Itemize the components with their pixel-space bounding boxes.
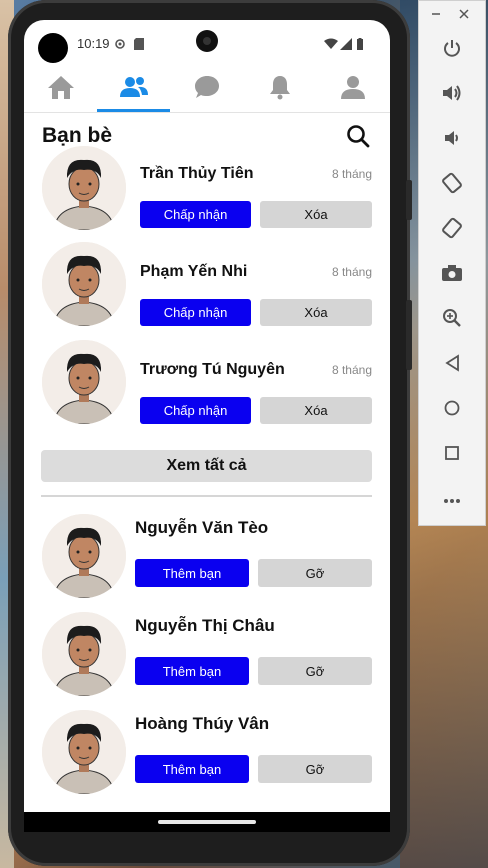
overview-icon bbox=[444, 445, 460, 466]
add-friend-button[interactable]: Thêm bạn bbox=[135, 657, 249, 685]
volume-up-button[interactable] bbox=[435, 78, 469, 112]
panel-titlebar bbox=[419, 1, 487, 31]
request-name: Trương Tú Nguyên bbox=[140, 361, 285, 378]
phone-side-button bbox=[406, 180, 412, 220]
status-time: 10:19 bbox=[77, 36, 110, 51]
friend-suggestion-item: Nguyễn Thị Châu Thêm bạn Gỡ bbox=[24, 612, 390, 702]
remove-button[interactable]: Gỡ bbox=[258, 657, 372, 685]
request-time: 8 tháng bbox=[331, 167, 372, 181]
rotate-left-icon bbox=[441, 172, 463, 199]
tab-messages[interactable] bbox=[170, 66, 243, 112]
delete-button[interactable]: Xóa bbox=[260, 397, 372, 424]
accept-button[interactable]: Chấp nhận bbox=[140, 201, 251, 228]
friend-suggestion-item: Nguyễn Văn Tèo Thêm bạn Gỡ bbox=[24, 514, 390, 604]
rotate-right-icon bbox=[441, 217, 463, 244]
home-indicator[interactable] bbox=[158, 820, 256, 824]
friend-suggestion-item: Hoàng Thúy Vân Thêm bạn Gỡ bbox=[24, 710, 390, 800]
home-button[interactable] bbox=[435, 393, 469, 427]
settings-status-icon bbox=[114, 38, 126, 53]
zoom-icon bbox=[442, 308, 462, 333]
avatar bbox=[42, 340, 126, 424]
power-icon bbox=[442, 38, 462, 63]
close-icon[interactable] bbox=[459, 7, 469, 22]
more-button[interactable] bbox=[435, 483, 469, 517]
request-name: Trần Thủy Tiên bbox=[140, 165, 254, 182]
front-camera bbox=[196, 30, 218, 52]
tab-home[interactable] bbox=[24, 66, 97, 112]
volume-up-icon bbox=[441, 83, 463, 108]
avatar bbox=[42, 242, 126, 326]
delete-button[interactable]: Xóa bbox=[260, 201, 372, 228]
phone-side-button bbox=[406, 300, 412, 370]
top-navigation bbox=[24, 66, 390, 113]
status-bar: 10:19 bbox=[24, 20, 390, 66]
power-button[interactable] bbox=[435, 33, 469, 67]
rotate-right-button[interactable] bbox=[435, 213, 469, 247]
avatar bbox=[42, 146, 126, 230]
request-time: 8 tháng bbox=[331, 363, 372, 377]
request-time: 8 tháng bbox=[331, 265, 372, 279]
request-name: Phạm Yến Nhi bbox=[140, 263, 248, 280]
rotate-left-button[interactable] bbox=[435, 168, 469, 202]
sd-card-icon bbox=[134, 38, 144, 53]
more-icon bbox=[443, 491, 461, 509]
system-navigation-bar bbox=[24, 812, 390, 832]
avatar bbox=[42, 514, 126, 598]
app-screen: 10:19 Bạn bè Trần Thủy Tiên 8 tháng Chấp… bbox=[24, 20, 390, 832]
signal-icon bbox=[340, 38, 352, 53]
home-icon bbox=[47, 74, 75, 105]
back-button[interactable] bbox=[435, 348, 469, 382]
camera-icon bbox=[441, 264, 463, 287]
bell-icon bbox=[268, 74, 292, 105]
back-icon bbox=[444, 353, 460, 377]
minimize-icon[interactable] bbox=[431, 7, 441, 22]
suggestion-name: Hoàng Thúy Vân bbox=[135, 714, 270, 733]
suggestion-name: Nguyễn Văn Tèo bbox=[135, 518, 269, 537]
screenshot-button[interactable] bbox=[435, 258, 469, 292]
friends-icon bbox=[119, 75, 149, 104]
battery-icon bbox=[356, 38, 364, 53]
overview-button[interactable] bbox=[435, 438, 469, 472]
accept-button[interactable]: Chấp nhận bbox=[140, 299, 251, 326]
volume-down-button[interactable] bbox=[435, 123, 469, 157]
remove-button[interactable]: Gỡ bbox=[258, 755, 372, 783]
friend-request-item: Trần Thủy Tiên 8 tháng Chấp nhận Xóa bbox=[24, 144, 390, 234]
tab-notifications[interactable] bbox=[243, 66, 316, 112]
avatar bbox=[42, 710, 126, 794]
tab-profile[interactable] bbox=[316, 66, 389, 112]
volume-down-icon bbox=[442, 128, 462, 153]
suggestion-name: Nguyễn Thị Châu bbox=[135, 616, 275, 635]
tab-friends[interactable] bbox=[97, 66, 170, 112]
delete-button[interactable]: Xóa bbox=[260, 299, 372, 326]
see-all-button[interactable]: Xem tất cả bbox=[41, 450, 372, 482]
avatar bbox=[42, 612, 126, 696]
remove-button[interactable]: Gỡ bbox=[258, 559, 372, 587]
home-circle-icon bbox=[443, 399, 461, 422]
wifi-icon bbox=[324, 38, 338, 53]
divider bbox=[41, 495, 372, 497]
camera-cutout bbox=[38, 33, 68, 63]
profile-icon bbox=[340, 74, 366, 105]
friend-request-item: Phạm Yến Nhi 8 tháng Chấp nhận Xóa bbox=[24, 242, 390, 332]
add-friend-button[interactable]: Thêm bạn bbox=[135, 755, 249, 783]
accept-button[interactable]: Chấp nhận bbox=[140, 397, 251, 424]
friend-request-item: Trương Tú Nguyên 8 tháng Chấp nhận Xóa bbox=[24, 340, 390, 430]
emulator-control-panel bbox=[418, 0, 486, 526]
zoom-button[interactable] bbox=[435, 303, 469, 337]
add-friend-button[interactable]: Thêm bạn bbox=[135, 559, 249, 587]
chat-icon bbox=[193, 74, 221, 105]
